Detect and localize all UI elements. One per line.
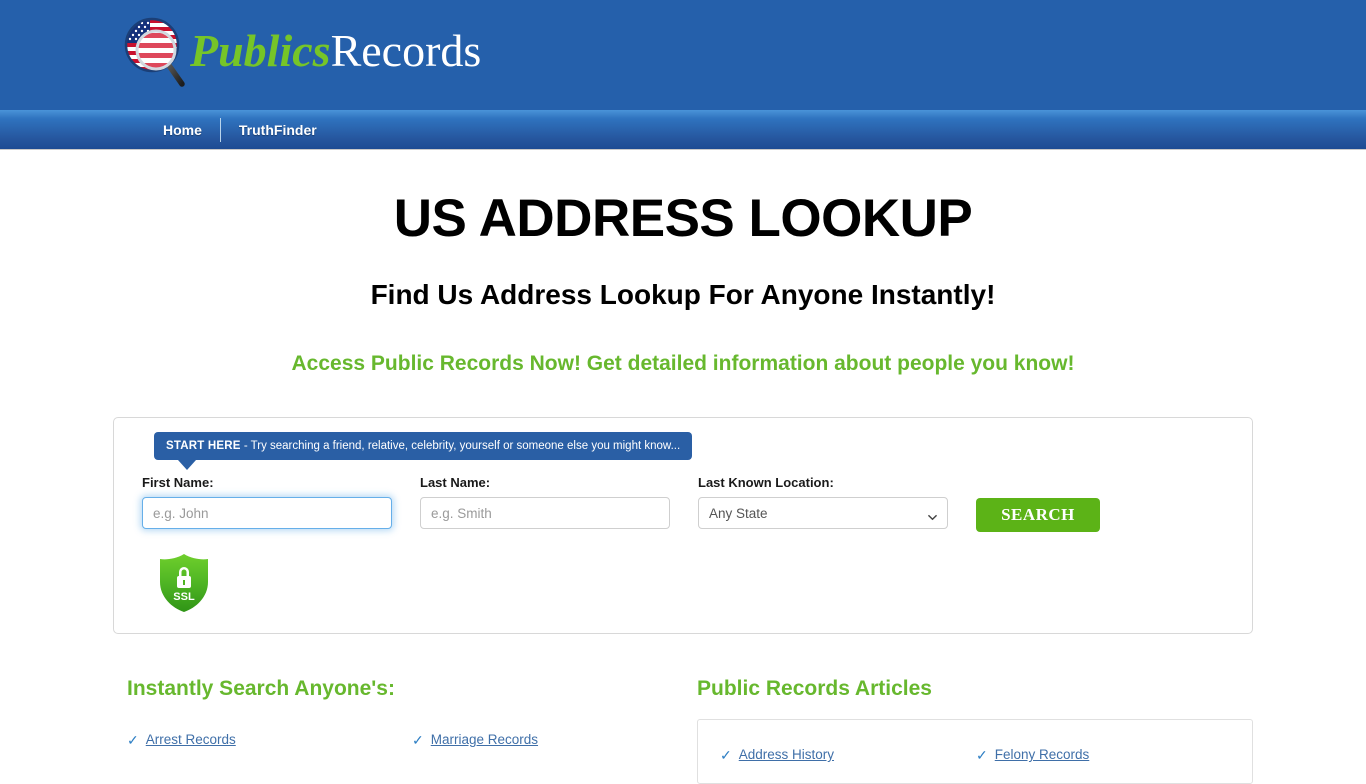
ssl-shield-lock-icon: SSL bbox=[155, 552, 213, 614]
check-icon: ✓ bbox=[720, 746, 732, 763]
main-navigation: Home TruthFinder bbox=[0, 110, 1366, 150]
lower-section: Instantly Search Anyone's: ✓ Arrest Reco… bbox=[0, 668, 1366, 784]
first-name-group: First Name: bbox=[142, 476, 420, 529]
hero-section: US ADDRESS LOOKUP Find Us Address Lookup… bbox=[0, 150, 1366, 374]
articles-links: ✓ Address History ✓ Felony Records bbox=[720, 734, 1232, 769]
list-item[interactable]: ✓ Marriage Records bbox=[412, 725, 697, 754]
start-here-banner: START HERE - Try searching a friend, rel… bbox=[154, 432, 693, 460]
search-button-group: SEARCH bbox=[976, 476, 1100, 532]
check-icon: ✓ bbox=[127, 731, 139, 748]
location-label: Last Known Location: bbox=[698, 475, 834, 490]
link-marriage-records[interactable]: Marriage Records bbox=[431, 732, 538, 747]
site-logo[interactable]: PublicsRecords bbox=[122, 14, 481, 96]
start-here-strong: START HERE bbox=[166, 440, 241, 452]
start-here-text: - Try searching a friend, relative, cele… bbox=[240, 440, 681, 452]
first-name-input[interactable] bbox=[142, 497, 392, 529]
instant-search-heading: Instantly Search Anyone's: bbox=[127, 677, 395, 700]
instant-search-links: ✓ Arrest Records ✓ Marriage Records bbox=[127, 699, 697, 754]
search-fields-row: First Name: Last Name: Last Known Locati… bbox=[142, 476, 1227, 532]
page-tagline: Access Public Records Now! Get detailed … bbox=[291, 352, 1075, 375]
articles-heading: Public Records Articles bbox=[697, 677, 932, 700]
logo-word-publics: Publics bbox=[190, 25, 331, 76]
list-item[interactable]: ✓ Arrest Records bbox=[127, 725, 412, 754]
nav-item-truthfinder[interactable]: TruthFinder bbox=[221, 123, 335, 137]
check-icon: ✓ bbox=[976, 746, 988, 763]
articles-column: Public Records Articles ✓ Address Histor… bbox=[697, 668, 1253, 784]
search-panel: START HERE - Try searching a friend, rel… bbox=[113, 417, 1253, 634]
link-felony-records[interactable]: Felony Records bbox=[995, 747, 1090, 762]
link-arrest-records[interactable]: Arrest Records bbox=[146, 732, 236, 747]
location-select[interactable]: Any State bbox=[698, 497, 948, 529]
search-button[interactable]: SEARCH bbox=[976, 498, 1100, 532]
logo-wordmark: PublicsRecords bbox=[190, 28, 481, 82]
list-item[interactable]: ✓ Felony Records bbox=[976, 740, 1232, 769]
articles-box: ✓ Address History ✓ Felony Records bbox=[697, 719, 1253, 784]
instant-search-column: Instantly Search Anyone's: ✓ Arrest Reco… bbox=[127, 668, 697, 784]
list-item[interactable]: ✓ Address History bbox=[720, 740, 976, 769]
svg-text:SSL: SSL bbox=[173, 591, 195, 603]
page-title: US ADDRESS LOOKUP bbox=[393, 189, 973, 248]
last-name-input[interactable] bbox=[420, 497, 670, 529]
page-subtitle: Find Us Address Lookup For Anyone Instan… bbox=[370, 279, 996, 310]
nav-item-home[interactable]: Home bbox=[145, 123, 220, 137]
link-address-history[interactable]: Address History bbox=[739, 747, 834, 762]
location-group: Last Known Location: Any State bbox=[698, 476, 976, 529]
start-here-pointer bbox=[178, 460, 196, 470]
us-flag-magnifier-icon bbox=[122, 14, 194, 96]
logo-word-records: Records bbox=[330, 25, 482, 76]
check-icon: ✓ bbox=[412, 731, 424, 748]
site-header: PublicsRecords bbox=[0, 0, 1366, 110]
last-name-group: Last Name: bbox=[420, 476, 698, 529]
first-name-label: First Name: bbox=[142, 475, 214, 490]
last-name-label: Last Name: bbox=[420, 475, 491, 490]
